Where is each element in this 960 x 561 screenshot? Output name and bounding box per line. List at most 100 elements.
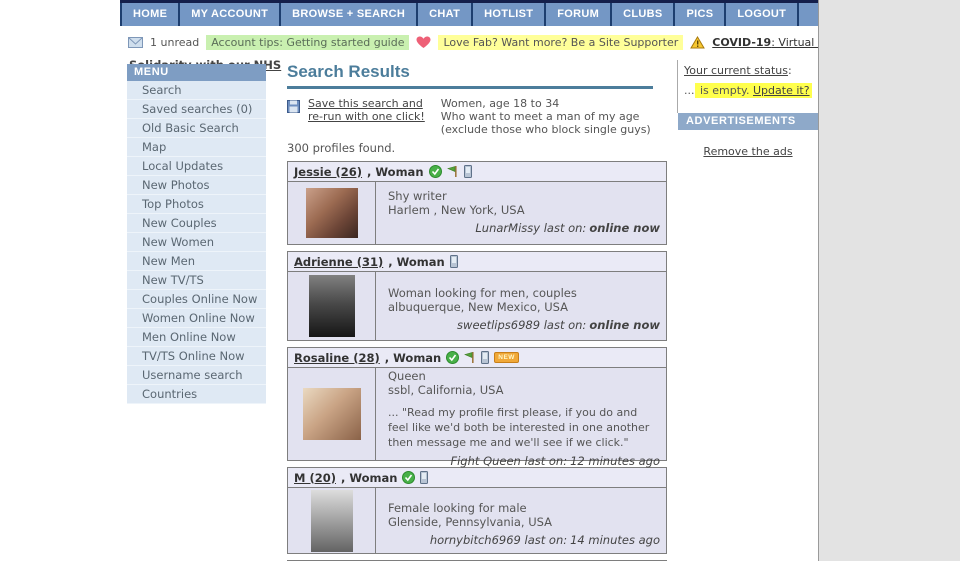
status-empty-text: is empty. <box>697 84 754 97</box>
envelope-icon <box>128 37 143 48</box>
nav-chat[interactable]: CHAT <box>418 3 473 26</box>
profile-details: Female looking for male Glenside, Pennsy… <box>376 488 666 553</box>
page-title: Search Results <box>287 62 667 82</box>
profile-details: Queen ssbl, California, USA ... "Read my… <box>376 368 666 460</box>
title-rule <box>287 86 653 89</box>
last-online: Fight Queen last on:12 minutes ago <box>388 454 660 468</box>
sidebar-item-men-online-now[interactable]: Men Online Now <box>127 328 266 347</box>
save-search-link[interactable]: Save this search and re-run with one cli… <box>308 97 425 136</box>
sidebar-item-women-online-now[interactable]: Women Online Now <box>127 309 266 328</box>
criteria-line: (exclude those who block single guys) <box>441 123 651 136</box>
update-status-link[interactable]: Update it? <box>753 84 810 97</box>
status-prefix: ... <box>684 84 695 97</box>
profile-details: Shy writer Harlem , New York, USA LunarM… <box>376 182 666 244</box>
profile-location: ssbl, California, USA <box>388 383 660 397</box>
profile-name-link[interactable]: M (20) <box>294 471 336 485</box>
profile-name-link[interactable]: Jessie (26) <box>294 165 362 179</box>
phone-icon <box>450 255 458 268</box>
profile-card-header: M (20) , Woman <box>288 468 666 488</box>
profile-gender: , Woman <box>388 255 444 269</box>
sidebar-menu: MENU Search Saved searches (0) Old Basic… <box>127 64 266 404</box>
heart-icon <box>416 36 431 49</box>
results-count: 300 profiles found. <box>287 141 667 155</box>
profile-quote: ... "Read my profile first please, if yo… <box>388 405 660 450</box>
profile-location: Glenside, Pennsylvania, USA <box>388 515 660 529</box>
save-search-row: Save this search and re-run with one cli… <box>287 97 667 136</box>
sidebar-item-top-photos[interactable]: Top Photos <box>127 195 266 214</box>
profile-location: albuquerque, New Mexico, USA <box>388 300 660 314</box>
nav-hotlist[interactable]: HOTLIST <box>473 3 546 26</box>
sidebar-item-tvts-online-now[interactable]: TV/TS Online Now <box>127 347 266 366</box>
sidebar-item-local-updates[interactable]: Local Updates <box>127 157 266 176</box>
profile-card: Rosaline (28) , Woman NEW Queen ssbl, Ca… <box>287 347 667 461</box>
sidebar-item-new-women[interactable]: New Women <box>127 233 266 252</box>
phone-icon <box>464 165 472 178</box>
profile-photo[interactable] <box>288 488 376 553</box>
profile-name-link[interactable]: Rosaline (28) <box>294 351 380 365</box>
profile-card-header: Rosaline (28) , Woman NEW <box>288 348 666 368</box>
account-tips-link[interactable]: Account tips: Getting started guide <box>206 35 409 50</box>
save-search-line1: Save this search and <box>308 97 423 110</box>
sidebar-item-username-search[interactable]: Username search <box>127 366 266 385</box>
profile-photo[interactable] <box>288 182 376 244</box>
profile-name-link[interactable]: Adrienne (31) <box>294 255 383 269</box>
nav-home[interactable]: HOME <box>120 3 180 26</box>
sidebar-item-new-men[interactable]: New Men <box>127 252 266 271</box>
page: HOME MY ACCOUNT BROWSE + SEARCH CHAT HOT… <box>0 0 960 561</box>
profile-desc: Female looking for male <box>388 501 660 515</box>
profile-card: Jessie (26) , Woman Shy writer Harlem , … <box>287 161 667 245</box>
notification-bar: 1 unread Account tips: Getting started g… <box>128 35 818 50</box>
sidebar-item-couples-online-now[interactable]: Couples Online Now <box>127 290 266 309</box>
profile-card-header: Jessie (26) , Woman <box>288 162 666 182</box>
sidebar-item-old-basic-search[interactable]: Old Basic Search <box>127 119 266 138</box>
sidebar-item-map[interactable]: Map <box>127 138 266 157</box>
profile-card-body: Queen ssbl, California, USA ... "Read my… <box>288 368 666 460</box>
profile-gender: , Woman <box>385 351 441 365</box>
new-badge: NEW <box>494 352 519 363</box>
advertisements-header: ADVERTISEMENTS <box>678 113 818 130</box>
search-results-panel: Search Results Save this search and re-r… <box>287 62 667 561</box>
nav-clubs[interactable]: CLUBS <box>612 3 675 26</box>
unread-count: 1 unread <box>150 36 199 49</box>
status-empty-row: ... is empty. Update it? <box>684 84 818 97</box>
profile-card: M (20) , Woman Female looking for male G… <box>287 467 667 554</box>
criteria-line: Who want to meet a man of my age <box>441 110 651 123</box>
profile-photo[interactable] <box>288 368 376 460</box>
covid-link-bold: COVID-19 <box>712 36 771 49</box>
green-check-icon <box>429 165 442 178</box>
profile-desc: Woman looking for men, couples <box>388 286 660 300</box>
sidebar-item-new-tvts[interactable]: New TV/TS <box>127 271 266 290</box>
search-criteria: Women, age 18 to 34 Who want to meet a m… <box>441 97 651 136</box>
criteria-line: Women, age 18 to 34 <box>441 97 651 110</box>
profile-card-header: Adrienne (31) , Woman <box>288 252 666 272</box>
site-supporter-link[interactable]: Love Fab? Want more? Be a Site Supporter <box>438 35 683 50</box>
sidebar-item-saved-searches[interactable]: Saved searches (0) <box>127 100 266 119</box>
profile-photo[interactable] <box>288 272 376 340</box>
sidebar-item-search[interactable]: Search <box>127 81 266 100</box>
nav-browse-search[interactable]: BROWSE + SEARCH <box>281 3 418 26</box>
flag-icon <box>447 165 459 178</box>
phone-icon <box>420 471 428 484</box>
last-online: sweetlips6989 last on:online now <box>388 318 660 332</box>
nav-pics[interactable]: PICS <box>675 3 726 26</box>
warning-icon <box>690 36 705 49</box>
sidebar-item-countries[interactable]: Countries <box>127 385 266 404</box>
green-check-icon <box>402 471 415 484</box>
sidebar-item-new-photos[interactable]: New Photos <box>127 176 266 195</box>
save-search-line2: re-run with one click! <box>308 110 425 123</box>
nav-logout[interactable]: LOGOUT <box>726 3 799 26</box>
remove-ads-link[interactable]: Remove the ads <box>678 145 818 158</box>
profile-gender: , Woman <box>341 471 397 485</box>
phone-icon <box>481 351 489 364</box>
right-margin <box>818 0 960 561</box>
page-content: HOME MY ACCOUNT BROWSE + SEARCH CHAT HOT… <box>120 0 818 561</box>
flag-icon <box>464 351 476 364</box>
sidebar-item-new-couples[interactable]: New Couples <box>127 214 266 233</box>
nav-my-account[interactable]: MY ACCOUNT <box>180 3 281 26</box>
floppy-disk-icon <box>287 100 300 136</box>
profile-card-body: Woman looking for men, couples albuquerq… <box>288 272 666 340</box>
current-status-link[interactable]: Your current status <box>684 64 788 77</box>
profile-gender: , Woman <box>367 165 423 179</box>
nav-forum[interactable]: FORUM <box>546 3 612 26</box>
last-online: LunarMissy last on:online now <box>388 221 660 235</box>
